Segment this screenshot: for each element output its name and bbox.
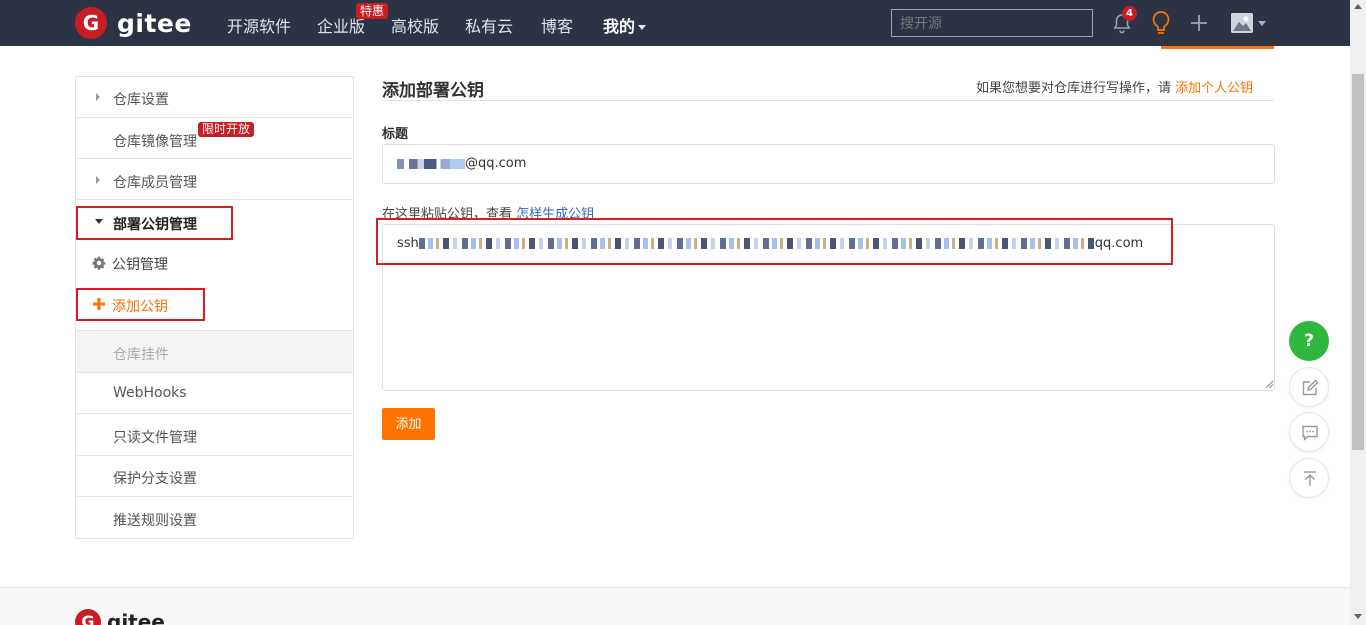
- page-title: 添加部署公钥: [382, 81, 484, 101]
- back-to-top-button[interactable]: [1289, 458, 1329, 498]
- notification-count-badge: 4: [1122, 6, 1137, 21]
- plus-icon[interactable]: [1188, 12, 1210, 34]
- footer-logo-text: gitee: [107, 610, 165, 625]
- search-input[interactable]: [891, 9, 1093, 37]
- chevron-right-icon: [96, 176, 100, 184]
- footer-logo[interactable]: G gitee: [75, 609, 165, 625]
- hint-text: 如果您想要对仓库进行写操作，请: [976, 81, 1172, 96]
- sidebar-item-protected-branches[interactable]: 保护分支设置: [76, 456, 353, 497]
- feedback-button[interactable]: [1289, 367, 1329, 407]
- gitee-logo-icon: G: [75, 7, 107, 39]
- sidebar-item-webhooks[interactable]: WebHooks: [76, 373, 353, 414]
- limited-open-badge: 限时开放: [198, 122, 255, 137]
- sidebar-item-label: 仓库挂件: [113, 347, 169, 363]
- sidebar-item-push-rules[interactable]: 推送规则设置: [76, 497, 353, 538]
- gear-icon: [92, 256, 106, 270]
- arrow-up-icon: [1304, 471, 1316, 486]
- sidebar-item-label: 只读文件管理: [113, 430, 197, 446]
- logo-text: gitee: [117, 8, 192, 38]
- title-input[interactable]: @qq.com: [382, 144, 1275, 184]
- scroll-down-arrow-icon[interactable]: [1354, 614, 1362, 619]
- add-key-button[interactable]: 添加: [382, 408, 435, 440]
- nav-mine[interactable]: 我的: [603, 13, 647, 37]
- resize-grip-icon[interactable]: [1264, 379, 1274, 389]
- active-tab-underline: [1161, 46, 1274, 49]
- footer: [0, 587, 1350, 625]
- comment-icon: [1302, 425, 1318, 442]
- sidebar-item-mirror[interactable]: 仓库镜像管理 限时开放: [76, 118, 353, 159]
- sidebar-item-label: 仓库镜像管理: [113, 134, 197, 150]
- nav-opensource[interactable]: 开源软件: [227, 13, 291, 37]
- sidebar-item-label: 仓库成员管理: [113, 175, 197, 191]
- add-personal-key-link[interactable]: 添加个人公钥: [1175, 81, 1253, 96]
- highlight-box-key-input: [376, 218, 1173, 265]
- sidebar-item-widgets: 仓库挂件: [76, 331, 353, 373]
- highlight-box-add-key: [76, 288, 205, 321]
- title-input-value: @qq.com: [465, 156, 527, 171]
- redacted-email-user: [397, 158, 465, 169]
- scroll-up-arrow-icon[interactable]: [1354, 4, 1362, 9]
- help-button[interactable]: ?: [1289, 321, 1329, 361]
- sidebar-item-label: 保护分支设置: [113, 471, 197, 487]
- nav-education[interactable]: 高校版: [391, 13, 439, 37]
- avatar[interactable]: [1231, 13, 1253, 33]
- edit-feedback-icon: [1302, 379, 1319, 396]
- nav-mine-label: 我的: [603, 17, 636, 36]
- sidebar-item-repo-settings[interactable]: 仓库设置: [76, 77, 353, 118]
- sidebar-item-label: 推送规则设置: [113, 513, 197, 529]
- nav-private-cloud[interactable]: 私有云: [465, 13, 513, 37]
- nav-blog[interactable]: 博客: [541, 13, 573, 37]
- chevron-down-icon: [638, 25, 647, 30]
- sidebar-item-label: 公钥管理: [112, 257, 168, 273]
- sidebar-item-readonly-files[interactable]: 只读文件管理: [76, 414, 353, 456]
- personal-key-hint: 如果您想要对仓库进行写操作，请 添加个人公钥: [976, 77, 1253, 96]
- comment-button[interactable]: [1289, 412, 1329, 452]
- scrollbar-thumb[interactable]: [1352, 74, 1364, 450]
- gitee-logo[interactable]: G gitee: [75, 6, 192, 40]
- sidebar-item-members[interactable]: 仓库成员管理: [76, 159, 353, 200]
- title-field-label: 标题: [382, 127, 409, 142]
- top-nav: [0, 0, 1350, 46]
- title-divider: [382, 100, 1274, 101]
- sidebar-item-label: WebHooks: [113, 385, 187, 401]
- chevron-down-icon[interactable]: [1258, 21, 1266, 26]
- enterprise-promo-badge: 特惠: [356, 3, 389, 19]
- sidebar-item-label: 仓库设置: [113, 92, 169, 108]
- highlight-box-deploy-keys: [76, 206, 233, 240]
- gitee-logo-icon: G: [75, 609, 101, 625]
- chevron-right-icon: [96, 93, 100, 101]
- lightbulb-icon[interactable]: [1150, 10, 1172, 36]
- avatar-image-icon: [1231, 13, 1253, 33]
